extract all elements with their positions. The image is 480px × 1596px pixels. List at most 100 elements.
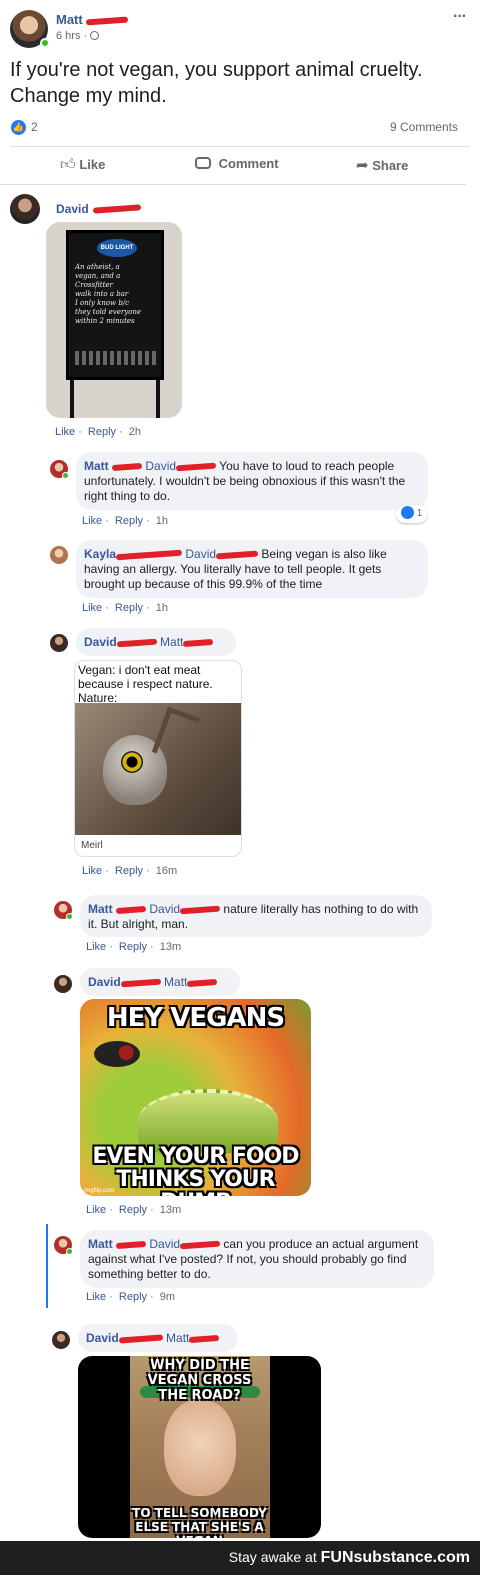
reply-link[interactable]: Reply bbox=[119, 1204, 147, 1216]
commenter-avatar[interactable] bbox=[50, 634, 68, 652]
like-link[interactable]: Like bbox=[55, 426, 75, 438]
meme-image[interactable]: HEY VEGANS EVEN YOUR FOOD THINKS YOUR DU… bbox=[80, 999, 311, 1196]
online-indicator bbox=[62, 472, 69, 479]
commenter-name[interactable]: Matt bbox=[88, 902, 113, 916]
mention-link[interactable]: David bbox=[185, 547, 216, 561]
comment-time[interactable]: 16m bbox=[156, 865, 177, 877]
separator: · bbox=[146, 865, 150, 877]
comments-count[interactable]: 9 Comments bbox=[390, 120, 458, 134]
comment-bubble: David Matt bbox=[80, 968, 240, 996]
redaction-mark bbox=[115, 1240, 147, 1249]
commenter-name[interactable]: David bbox=[84, 635, 117, 649]
reaction-badge[interactable]: 1 bbox=[396, 505, 428, 523]
shared-image-card[interactable]: Vegan: i don't eat meat because i respec… bbox=[74, 660, 242, 857]
separator: · bbox=[119, 426, 123, 438]
separator: · bbox=[83, 30, 88, 42]
separator: · bbox=[146, 515, 150, 527]
mention-link[interactable]: David bbox=[145, 459, 176, 473]
skyline-drawing bbox=[75, 351, 159, 365]
redaction-mark bbox=[92, 204, 142, 214]
sign-leg bbox=[70, 380, 74, 418]
like-reaction-icon bbox=[401, 506, 414, 519]
card-text: Vegan: i don't eat meat because i respec… bbox=[78, 663, 213, 705]
imgflip-watermark: imgflip.com bbox=[84, 1188, 115, 1194]
like-reaction-icon[interactable]: 👍 bbox=[11, 120, 26, 135]
mention-link[interactable]: Matt bbox=[166, 1331, 189, 1345]
redaction-mark bbox=[116, 638, 157, 648]
commenter-avatar[interactable] bbox=[50, 546, 68, 564]
separator: · bbox=[105, 865, 109, 877]
redaction-mark bbox=[179, 1240, 221, 1250]
commenter-name[interactable]: David bbox=[86, 1331, 119, 1345]
post-text: If you're not vegan, you support animal … bbox=[10, 59, 423, 107]
like-link[interactable]: Like bbox=[82, 865, 102, 877]
redaction-mark bbox=[115, 905, 147, 914]
commenter-name[interactable]: Kayla bbox=[84, 547, 116, 561]
like-link[interactable]: Like bbox=[86, 941, 106, 953]
reply-link[interactable]: Reply bbox=[115, 515, 143, 527]
funsubstance-logo[interactable]: FUNsubstance.com bbox=[321, 1549, 470, 1566]
more-options-button[interactable]: ··· bbox=[453, 8, 467, 26]
post-timestamp[interactable]: 6 hrs bbox=[56, 30, 80, 42]
comment-bubble: Matt David can you produce an actual arg… bbox=[80, 1230, 434, 1288]
like-link[interactable]: Like bbox=[82, 515, 102, 527]
online-indicator bbox=[66, 913, 73, 920]
meme-image[interactable]: WHY DID THE VEGAN CROSS THE ROAD? TO TEL… bbox=[78, 1356, 321, 1538]
divider bbox=[10, 146, 470, 147]
meme-top-text: WHY DID THE VEGAN CROSS THE ROAD? bbox=[147, 1358, 252, 1403]
commenter-name[interactable]: David bbox=[88, 975, 121, 989]
reaction-count[interactable]: 2 bbox=[31, 120, 38, 134]
mention-link[interactable]: Matt bbox=[164, 975, 187, 989]
commenter-name[interactable]: Matt bbox=[88, 1237, 113, 1251]
comment-time[interactable]: 1h bbox=[156, 515, 168, 527]
reply-link[interactable]: Reply bbox=[88, 426, 116, 438]
comment-time[interactable]: 1h bbox=[156, 602, 168, 614]
comment-button[interactable]: Comment bbox=[195, 156, 279, 171]
thread-highlight-bar bbox=[46, 1224, 48, 1308]
watermark-text: Stay awake at bbox=[228, 1549, 317, 1565]
sign-leg bbox=[156, 380, 160, 418]
comment-time[interactable]: 9m bbox=[160, 1291, 175, 1303]
like-button[interactable]: 👍︎ Like bbox=[60, 156, 105, 174]
commenter-name[interactable]: David bbox=[56, 202, 89, 216]
separator: · bbox=[146, 602, 150, 614]
reply-link[interactable]: Reply bbox=[115, 602, 143, 614]
separator: · bbox=[150, 1291, 154, 1303]
post-author-name[interactable]: Matt bbox=[56, 12, 83, 27]
bud-light-logo: BUD LIGHT bbox=[97, 239, 137, 257]
redaction-mark bbox=[189, 1334, 220, 1343]
like-link[interactable]: Like bbox=[86, 1291, 106, 1303]
commenter-avatar[interactable] bbox=[10, 194, 40, 224]
commenter-name[interactable]: Matt bbox=[84, 459, 109, 473]
meme-bottom-text: EVEN YOUR FOOD THINKS YOUR DUMB bbox=[92, 1144, 299, 1196]
comment-bubble: David Matt bbox=[78, 1324, 238, 1352]
divider bbox=[0, 184, 466, 185]
redaction-mark bbox=[187, 978, 218, 987]
online-indicator bbox=[66, 1248, 73, 1255]
comment-time[interactable]: 13m bbox=[160, 1204, 181, 1216]
redaction-mark bbox=[118, 1334, 163, 1344]
fly-drawing bbox=[94, 1041, 140, 1067]
speech-bubble-icon bbox=[195, 157, 211, 169]
commenter-avatar[interactable] bbox=[52, 1331, 70, 1349]
reply-link[interactable]: Reply bbox=[119, 1291, 147, 1303]
reply-link[interactable]: Reply bbox=[115, 865, 143, 877]
meme-top-text: HEY VEGANS bbox=[106, 1003, 285, 1033]
redaction-mark bbox=[120, 978, 161, 988]
comment-bubble: Matt David You have to loud to reach peo… bbox=[76, 452, 428, 510]
commenter-avatar[interactable] bbox=[54, 975, 72, 993]
mention-link[interactable]: Matt bbox=[160, 635, 183, 649]
online-indicator bbox=[40, 38, 50, 48]
mention-link[interactable]: David bbox=[149, 902, 180, 916]
site-watermark-bar: Stay awake at FUNsubstance.com bbox=[0, 1541, 480, 1575]
bird-photo bbox=[75, 703, 241, 835]
thumbs-up-icon: 👍︎ bbox=[60, 156, 76, 173]
comment-photo[interactable]: BUD LIGHT An atheist, a vegan, and a Cro… bbox=[46, 222, 182, 418]
reply-link[interactable]: Reply bbox=[119, 941, 147, 953]
mention-link[interactable]: David bbox=[149, 1237, 180, 1251]
like-link[interactable]: Like bbox=[82, 602, 102, 614]
comment-time[interactable]: 2h bbox=[129, 426, 141, 438]
comment-time[interactable]: 13m bbox=[160, 941, 181, 953]
share-button[interactable]: ➦ Share bbox=[356, 156, 408, 174]
like-link[interactable]: Like bbox=[86, 1204, 106, 1216]
